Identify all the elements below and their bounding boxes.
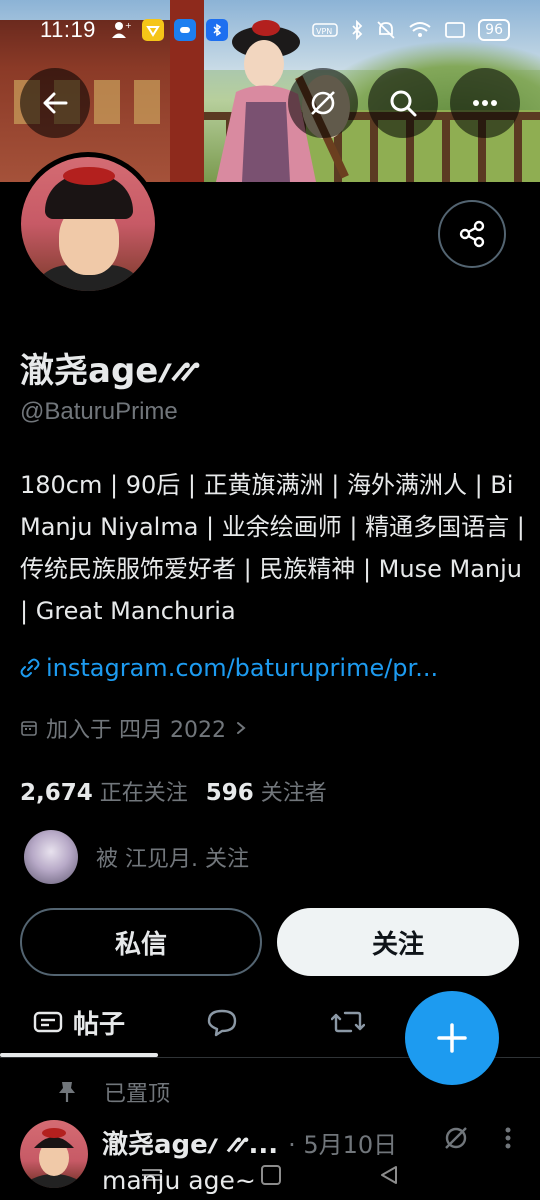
followers-label: 关注者 (260, 781, 327, 806)
share-icon (459, 220, 485, 248)
followed-by-text: 被 江见月. 关注 (96, 847, 249, 872)
status-bar: 11:19 + VPN 96 (0, 0, 540, 60)
post-actions (442, 1124, 512, 1152)
post-more-icon[interactable] (504, 1124, 512, 1152)
compose-post-button[interactable] (405, 991, 499, 1085)
bluetooth-icon (352, 20, 363, 40)
following-count: 2,674 (20, 780, 93, 806)
back-arrow-icon (43, 92, 68, 114)
more-dots-icon (473, 100, 497, 106)
grok-icon (311, 91, 335, 115)
recents-icon[interactable] (140, 1165, 164, 1185)
cloud-notification-icon (173, 19, 196, 41)
following-stat[interactable]: 2,674 正在关注 (20, 775, 188, 807)
app-notification-icon (141, 19, 164, 41)
more-options-button[interactable] (450, 68, 520, 138)
wifi-icon (409, 22, 431, 37)
user-handle: @BaturuPrime (20, 398, 178, 425)
follow-stats: 2,674 正在关注 596 关注者 (20, 775, 327, 807)
calendar-icon (21, 721, 37, 736)
reply-icon (207, 1009, 237, 1037)
home-icon[interactable] (260, 1164, 282, 1186)
tab-replies[interactable] (182, 988, 262, 1056)
profile-link[interactable]: instagram.com/baturuprime/pr... (20, 654, 438, 682)
retweet-icon (331, 1011, 365, 1033)
status-time: 11:19 (40, 17, 96, 42)
back-button[interactable] (20, 68, 90, 138)
tab-posts[interactable]: 帖子 (0, 988, 158, 1057)
message-button[interactable]: 私信 (20, 908, 262, 976)
share-button[interactable] (438, 200, 506, 268)
mute-icon (377, 21, 395, 39)
vpn-icon: VPN (312, 23, 338, 37)
contact-notification-icon: + (110, 19, 132, 41)
plus-icon (437, 1023, 467, 1053)
follow-button[interactable]: 关注 (277, 908, 519, 976)
svg-text:VPN: VPN (316, 27, 332, 36)
display-name: 澈尧ageⳇ⳼ (20, 351, 200, 391)
profile-bio: 180cm | 90后 | 正黄旗满洲 | 海外满洲人 | Bi Manju N… (20, 471, 525, 625)
following-label: 正在关注 (99, 781, 188, 806)
search-button[interactable] (368, 68, 438, 138)
profile-avatar[interactable] (16, 152, 160, 296)
bluetooth-app-icon (205, 19, 228, 41)
pinned-indicator: 已置顶 (56, 1076, 170, 1108)
svg-text:+: + (125, 21, 131, 30)
grok-post-icon[interactable] (442, 1124, 470, 1152)
link-icon (20, 658, 40, 678)
back-nav-icon[interactable] (378, 1164, 400, 1186)
system-navigation (0, 1150, 540, 1200)
status-right-icons: VPN 96 (312, 19, 510, 41)
follower-avatar (24, 830, 78, 884)
pin-icon (59, 1082, 75, 1102)
followers-count: 596 (205, 780, 254, 806)
chevron-right-icon (236, 722, 246, 734)
joined-date[interactable]: 加入于 四月 2022 (20, 712, 248, 744)
tab-posts-label: 帖子 (72, 1009, 125, 1040)
followers-stat[interactable]: 596 关注者 (206, 775, 327, 807)
grok-button[interactable] (288, 68, 358, 138)
followed-by[interactable]: 被 江见月. 关注 (24, 830, 249, 884)
pinned-label: 已置顶 (104, 1082, 171, 1107)
profile-link-text[interactable]: instagram.com/baturuprime/pr... (46, 654, 438, 682)
joined-text: 加入于 四月 2022 (46, 718, 226, 743)
active-tab-indicator (0, 1053, 158, 1057)
posts-icon (33, 1011, 63, 1033)
screen-icon (445, 22, 466, 38)
tab-reposts[interactable] (308, 988, 388, 1056)
search-icon (390, 90, 417, 117)
battery-indicator: 96 (478, 19, 510, 41)
